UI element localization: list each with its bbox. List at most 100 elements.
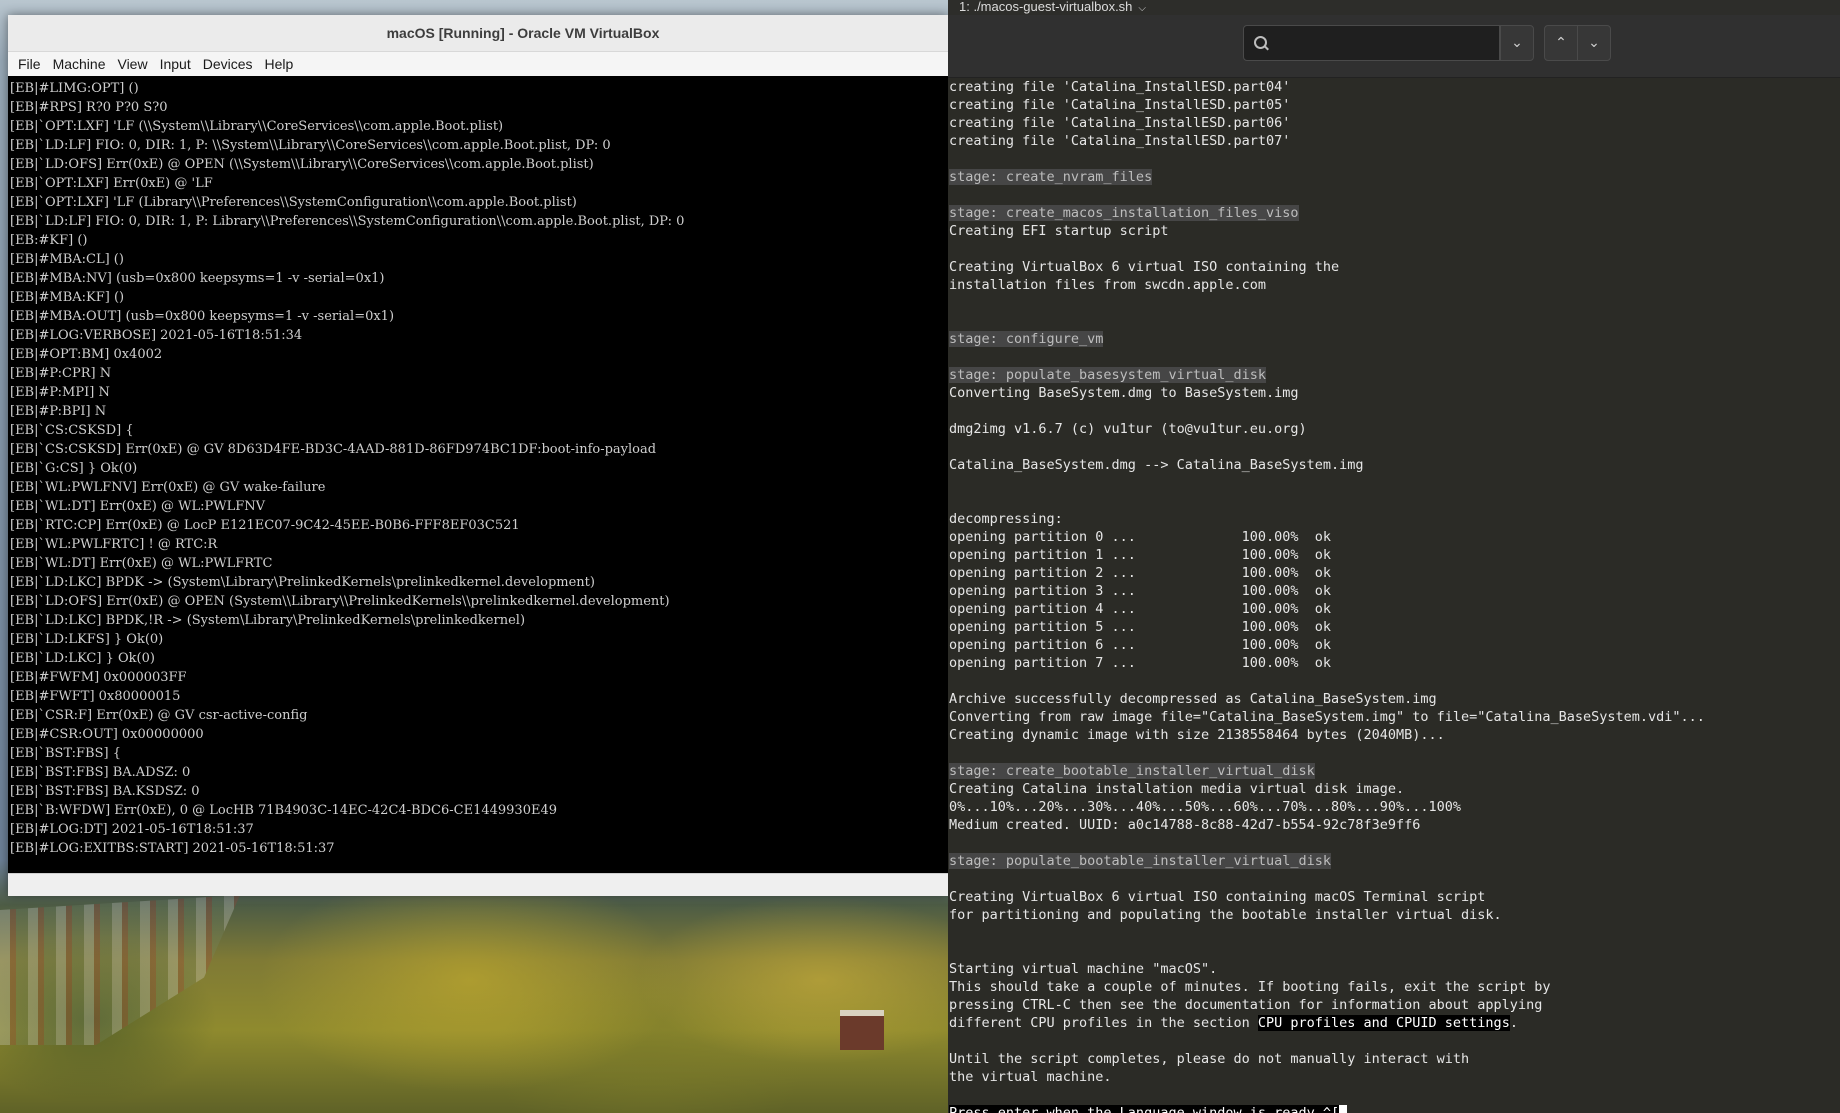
terminal-output[interactable]: creating file 'Catalina_InstallESD.part0… [948, 78, 1840, 1113]
boot-log-line: [EB|`OPT:LXF] 'LF (\\System\\Library\\Co… [10, 119, 504, 134]
terminal-text: the virtual machine. [949, 1069, 1112, 1085]
terminal-line: Until the script completes, please do no… [948, 1050, 1840, 1068]
terminal-line: for partitioning and populating the boot… [948, 906, 1840, 924]
boot-log-line: [EB|`LD:LF] FIO: 0, DIR: 1, P: Library\\… [10, 214, 685, 229]
terminal-line: Catalina_BaseSystem.dmg --> Catalina_Bas… [948, 456, 1840, 474]
terminal-text: opening partition 0 ... 100.00% ok [949, 529, 1332, 545]
terminal-text: installation files from swcdn.apple.com [949, 277, 1266, 293]
terminal-text: opening partition 6 ... 100.00% ok [949, 637, 1332, 653]
terminal-text: Catalina_BaseSystem.dmg --> Catalina_Bas… [949, 457, 1364, 473]
boot-log-line: [EB|#P:MPI] N [10, 385, 110, 400]
prompt-text: Press enter when the Language window is … [949, 1105, 1340, 1113]
boot-log-line: [EB|`WL:DT] Err(0xE) @ WL:PWLFNV [10, 499, 265, 514]
terminal-text: creating file 'Catalina_InstallESD.part0… [949, 115, 1291, 131]
terminal-text: Converting from raw image file="Catalina… [949, 709, 1705, 725]
virtualbox-titlebar[interactable]: macOS [Running] - Oracle VM VirtualBox [8, 15, 948, 52]
boot-log-line: [EB|`CS:CSKSD] Err(0xE) @ GV 8D63D4FE-BD… [10, 442, 657, 457]
terminal-line: opening partition 3 ... 100.00% ok [948, 582, 1840, 600]
menu-input[interactable]: Input [154, 56, 197, 72]
terminal-text: . [1509, 1015, 1518, 1031]
terminal-text: 0%...10%...20%...30%...40%...50%...60%..… [949, 799, 1462, 815]
terminal-line: Converting BaseSystem.dmg to BaseSystem.… [948, 384, 1840, 402]
terminal-text: Creating Catalina installation media vir… [949, 781, 1405, 797]
terminal-text: Until the script completes, please do no… [949, 1051, 1470, 1067]
terminal-line: Converting from raw image file="Catalina… [948, 708, 1840, 726]
boot-log-line: [EB|`OPT:LXF] Err(0xE) @ 'LF [10, 176, 213, 191]
boot-log-line: [EB|`LD:LKFS] } Ok(0) [10, 632, 164, 647]
stage-label: stage: create_bootable_installer_virtual… [949, 763, 1315, 779]
boot-log-line: [EB|#LOG:EXITBS:START] 2021-05-16T18:51:… [10, 841, 335, 856]
terminal-line: decompressing: [948, 510, 1840, 528]
boot-log-line: [EB|#MBA:OUT] (usb=0x800 keepsyms=1 -v -… [10, 309, 395, 324]
terminal-line: stage: configure_vm [948, 330, 1840, 348]
terminal-line: opening partition 7 ... 100.00% ok [948, 654, 1840, 672]
terminal-text: opening partition 2 ... 100.00% ok [949, 565, 1332, 581]
menu-machine[interactable]: Machine [47, 56, 112, 72]
boot-log-line: [EB:#KF] () [10, 233, 88, 248]
terminal-line: dmg2img v1.6.7 (c) vu1tur (to@vu1tur.eu.… [948, 420, 1840, 438]
terminal-line: opening partition 0 ... 100.00% ok [948, 528, 1840, 546]
boot-log-line: [EB|#LIMG:OPT] () [10, 81, 139, 96]
terminal-line: stage: populate_basesystem_virtual_disk [948, 366, 1840, 384]
boot-log-line: [EB|`B:WFDW] Err(0xE), 0 @ LocHB 71B4903… [10, 803, 558, 818]
terminal-text: Creating EFI startup script [949, 223, 1169, 239]
terminal-line: Creating Catalina installation media vir… [948, 780, 1840, 798]
boot-log-line: [EB|#FWFM] 0x000003FF [10, 670, 187, 685]
terminal-line: Creating VirtualBox 6 virtual ISO contai… [948, 258, 1840, 276]
terminal-text: pressing CTRL-C then see the documentati… [949, 997, 1543, 1013]
terminal-line: stage: populate_bootable_installer_virtu… [948, 852, 1840, 870]
terminal-text: creating file 'Catalina_InstallESD.part0… [949, 133, 1291, 149]
search-input[interactable] [1278, 34, 1482, 52]
menu-file[interactable]: File [12, 56, 47, 72]
terminal-text: Creating dynamic image with size 2138558… [949, 727, 1445, 743]
chevron-down-icon: ⌄ [1511, 35, 1523, 51]
boot-log-line: [EB|#FWFT] 0x80000015 [10, 689, 181, 704]
find-previous-button[interactable]: ⌃ [1544, 25, 1578, 61]
stage-label: stage: configure_vm [949, 331, 1104, 347]
terminal-text: opening partition 5 ... 100.00% ok [949, 619, 1332, 635]
boot-log-line: [EB|#OPT:BM] 0x4002 [10, 347, 163, 362]
terminal-line: This should take a couple of minutes. If… [948, 978, 1840, 996]
terminal-line: creating file 'Catalina_InstallESD.part0… [948, 132, 1840, 150]
terminal-line: creating file 'Catalina_InstallESD.part0… [948, 78, 1840, 96]
boot-log: [EB|#LIMG:OPT] () [EB|#RPS] R?0 P?0 S?0 … [8, 76, 948, 858]
terminal-text: for partitioning and populating the boot… [949, 907, 1502, 923]
boot-log-line: [EB|`LD:LKC] } Ok(0) [10, 651, 155, 666]
menu-devices[interactable]: Devices [197, 56, 259, 72]
terminal-text: opening partition 3 ... 100.00% ok [949, 583, 1332, 599]
terminal-text: Converting BaseSystem.dmg to BaseSystem.… [949, 385, 1299, 401]
terminal-tab[interactable]: 1: ./macos-guest-virtualbox.sh ⌵ [959, 0, 1146, 14]
boot-log-line: [EB|`WL:PWLFRTC] ! @ RTC:R [10, 537, 218, 552]
menu-view[interactable]: View [111, 56, 153, 72]
terminal-text: decompressing: [949, 511, 1063, 527]
stage-label: stage: create_nvram_files [949, 169, 1153, 185]
chevron-down-icon[interactable]: ⌵ [1138, 3, 1146, 14]
terminal-text: Archive successfully decompressed as Cat… [949, 691, 1437, 707]
terminal-search-toolbar: ⌄ ⌃ ⌄ [948, 15, 1840, 78]
terminal-line: opening partition 4 ... 100.00% ok [948, 600, 1840, 618]
terminal-line: Starting virtual machine "macOS". [948, 960, 1840, 978]
terminal-line: creating file 'Catalina_InstallESD.part0… [948, 96, 1840, 114]
find-next-button[interactable]: ⌄ [1577, 25, 1611, 61]
search-options-button[interactable]: ⌄ [1500, 25, 1534, 61]
boot-log-line: [EB|#MBA:CL] () [10, 252, 124, 267]
terminal-line: installation files from swcdn.apple.com [948, 276, 1840, 294]
terminal-text: Starting virtual machine "macOS". [949, 961, 1218, 977]
stage-label: stage: populate_bootable_installer_virtu… [949, 853, 1332, 869]
terminal-text: opening partition 7 ... 100.00% ok [949, 655, 1332, 671]
menu-help[interactable]: Help [259, 56, 300, 72]
terminal-text: dmg2img v1.6.7 (c) vu1tur (to@vu1tur.eu.… [949, 421, 1307, 437]
vm-display[interactable]: [EB|#LIMG:OPT] () [EB|#RPS] R?0 P?0 S?0 … [8, 76, 948, 873]
terminal-line: stage: create_macos_installation_files_v… [948, 204, 1840, 222]
boot-log-line: [EB|#P:BPI] N [10, 404, 107, 419]
boot-log-line: [EB|`BST:FBS] BA.ADSZ: 0 [10, 765, 191, 780]
terminal-line: opening partition 5 ... 100.00% ok [948, 618, 1840, 636]
